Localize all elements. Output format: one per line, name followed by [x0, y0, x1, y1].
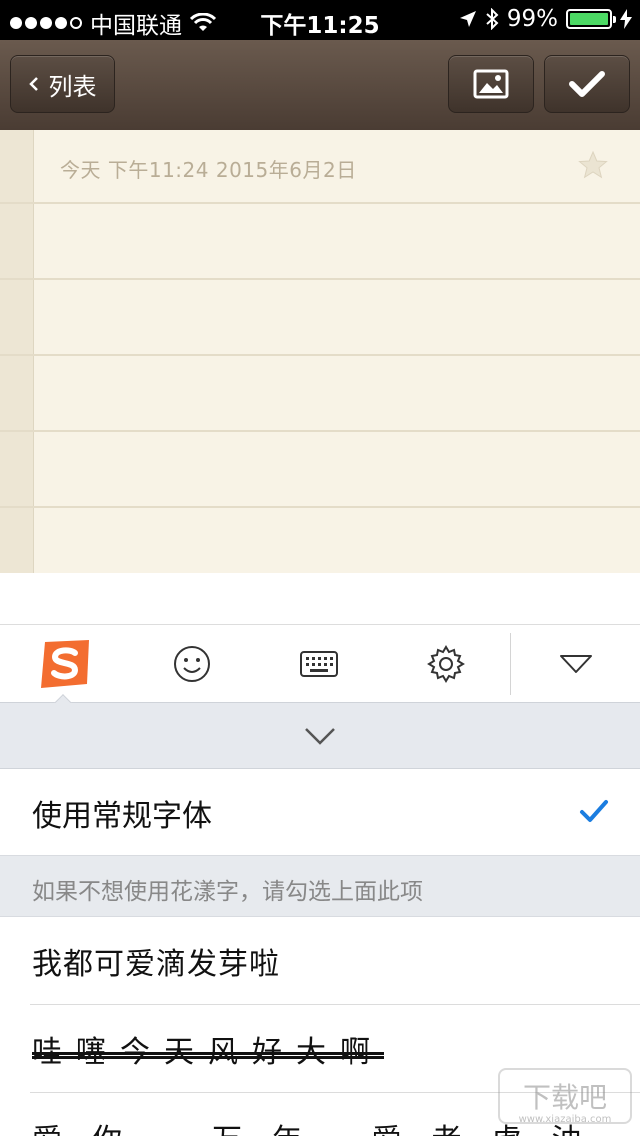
chevron-down-icon — [305, 727, 335, 745]
bluetooth-icon — [486, 8, 499, 30]
checkmark-icon — [569, 71, 605, 97]
note-editor[interactable]: 今天 下午11:24 2015年6月2日 — [0, 130, 640, 573]
checkmark-icon — [580, 800, 608, 822]
nav-bar: 列表 — [0, 40, 640, 130]
done-button[interactable] — [544, 55, 630, 113]
location-arrow-icon — [459, 11, 476, 27]
keyboard-switch-button[interactable] — [264, 625, 374, 703]
back-button-label: 列表 — [48, 72, 97, 101]
collapse-panel-button[interactable] — [0, 703, 640, 769]
emoji-button[interactable] — [137, 625, 247, 703]
gear-icon — [427, 645, 465, 683]
note-ruled-line — [0, 430, 640, 432]
note-ruled-line — [0, 354, 640, 356]
sogou-logo-icon — [41, 640, 89, 688]
hint-row: 如果不想使用花漾字，请勾选上面此项 — [0, 855, 640, 917]
regular-font-label: 使用常规字体 — [32, 799, 212, 834]
fancy-font-option[interactable]: 我都可爱滴发芽啦 — [0, 917, 640, 1005]
note-ruled-line — [0, 202, 640, 204]
battery-fill — [570, 13, 608, 25]
watermark-url: www.xiazaiba.com — [518, 1114, 612, 1125]
charging-bolt-icon — [620, 9, 632, 29]
insert-image-button[interactable] — [448, 55, 534, 113]
fancy-font-label: 哇噻今天风好大啊 — [32, 1035, 384, 1070]
regular-font-option[interactable]: 使用常规字体 — [0, 769, 640, 855]
note-ruled-line — [0, 506, 640, 508]
battery-percent: 99% — [506, 6, 558, 32]
toolbar-divider — [510, 633, 511, 695]
settings-button[interactable] — [391, 625, 501, 703]
smiley-icon — [174, 646, 210, 682]
watermark-logo: 下载吧 www.xiazaiba.com — [498, 1068, 632, 1125]
triangle-down-icon — [560, 655, 592, 673]
hide-keyboard-button[interactable] — [521, 625, 631, 703]
status-bar: 中国联通 下午11:25 99% — [0, 0, 640, 40]
status-right: 99% — [459, 6, 632, 32]
image-icon — [473, 69, 509, 99]
input-area — [0, 573, 640, 625]
sogou-logo-button[interactable] — [10, 625, 120, 703]
star-icon[interactable] — [578, 150, 608, 180]
chevron-left-icon — [28, 77, 38, 91]
note-ruled-line — [0, 278, 640, 280]
fancy-font-label: 我都可爱滴发芽啦 — [32, 947, 280, 982]
keyboard-icon — [300, 651, 338, 677]
back-to-list-button[interactable]: 列表 — [10, 55, 115, 113]
battery-icon — [566, 9, 616, 29]
hint-text: 如果不想使用花漾字，请勾选上面此项 — [32, 879, 423, 905]
keyboard-toolbar — [0, 625, 640, 703]
watermark-text: 下载吧 — [522, 1081, 607, 1114]
note-date: 今天 下午11:24 2015年6月2日 — [60, 158, 357, 182]
